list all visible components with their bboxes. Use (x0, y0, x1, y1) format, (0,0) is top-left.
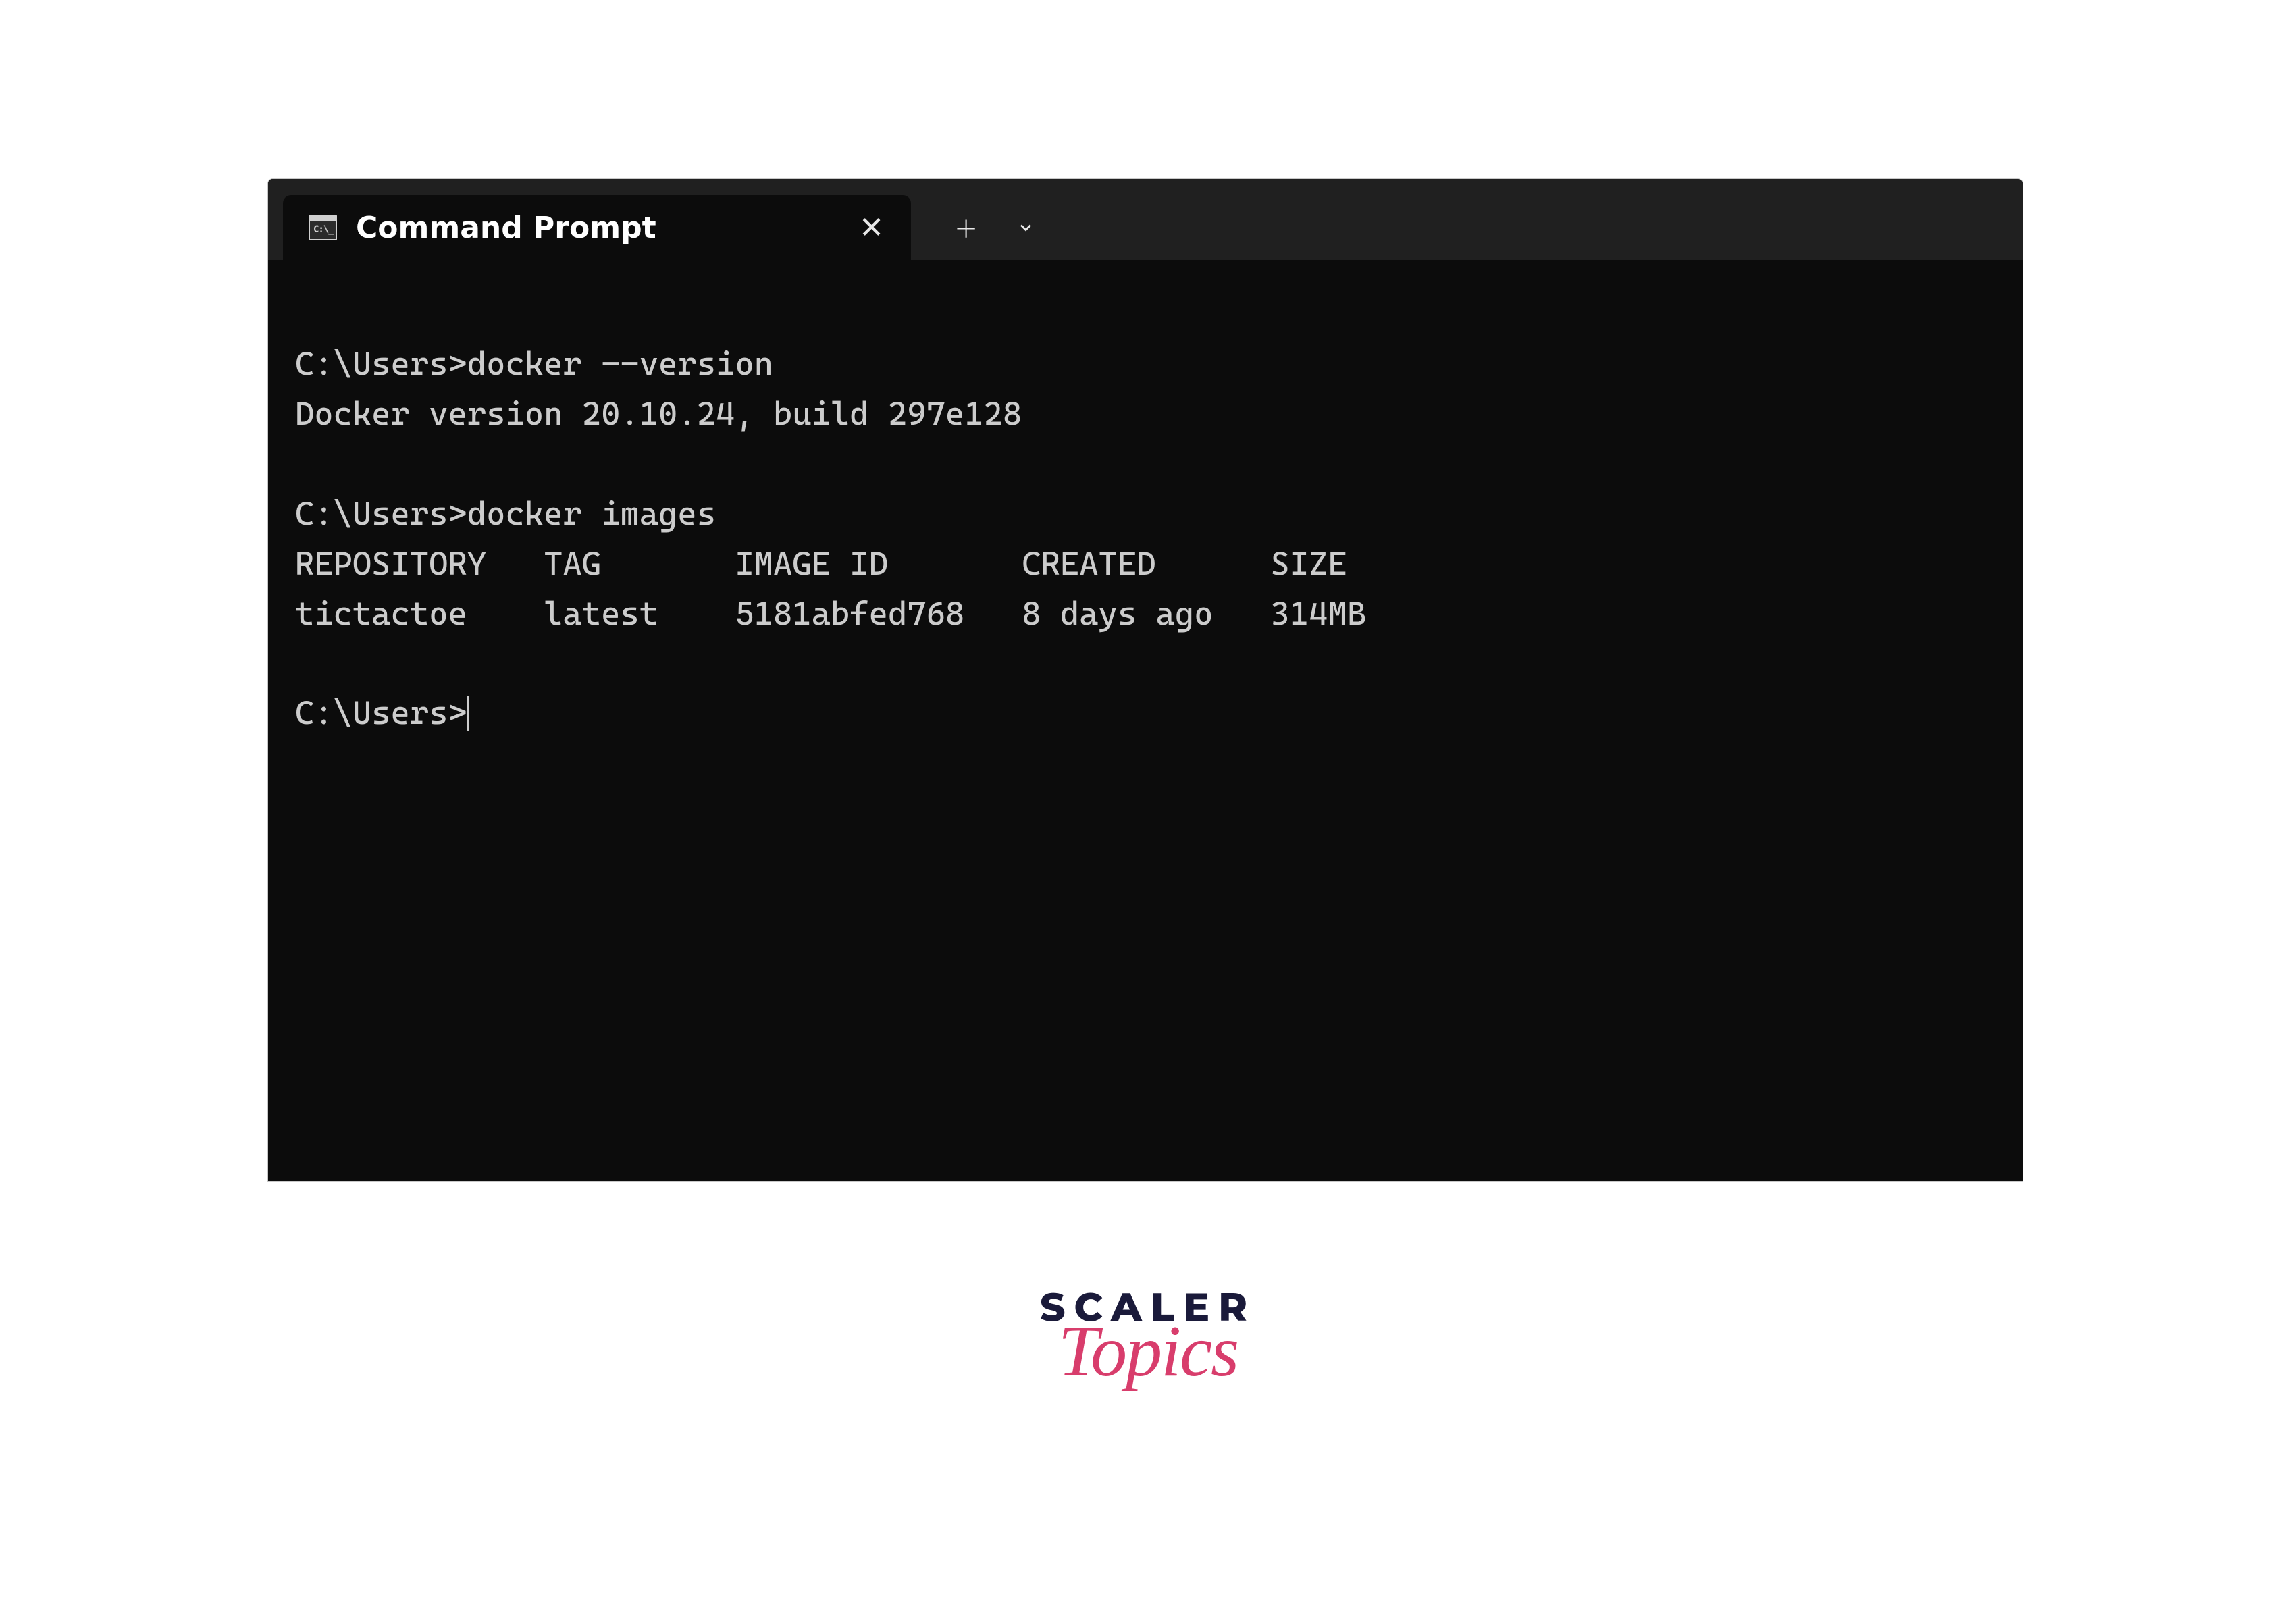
title-bar: C:\_ Command Prompt ✕ + (268, 179, 2023, 260)
terminal-line: C:\Users>docker --version (295, 345, 773, 383)
logo-line1: SCALER (1040, 1283, 1256, 1331)
cmd-icon: C:\_ (309, 215, 337, 240)
terminal-output[interactable]: C:\Users>docker --version Docker version… (268, 260, 2023, 766)
tab-dropdown-button[interactable] (997, 207, 1054, 248)
tab-title: Command Prompt (356, 211, 656, 245)
text-cursor (467, 696, 469, 731)
tab-content: C:\_ Command Prompt (309, 211, 656, 245)
terminal-line: C:\Users>docker images (295, 495, 716, 533)
close-tab-button[interactable]: ✕ (852, 211, 891, 245)
terminal-line: tictactoe latest 5181abfed768 8 days ago… (295, 595, 1366, 633)
tab-controls: + (911, 195, 1054, 260)
active-tab[interactable]: C:\_ Command Prompt ✕ (283, 195, 911, 260)
terminal-line: REPOSITORY TAG IMAGE ID CREATED SIZE (295, 545, 1347, 583)
logo: SCALER Topics (1040, 1283, 1256, 1384)
terminal-line: Docker version 20.10.24, build 297e128 (295, 395, 1022, 433)
chevron-down-icon (1016, 218, 1035, 237)
new-tab-button[interactable]: + (935, 207, 997, 248)
terminal-window: C:\_ Command Prompt ✕ + C:\Users>docker … (267, 178, 2023, 1182)
terminal-prompt: C:\Users> (295, 694, 467, 732)
cmd-icon-glyph: C:\_ (313, 224, 334, 235)
